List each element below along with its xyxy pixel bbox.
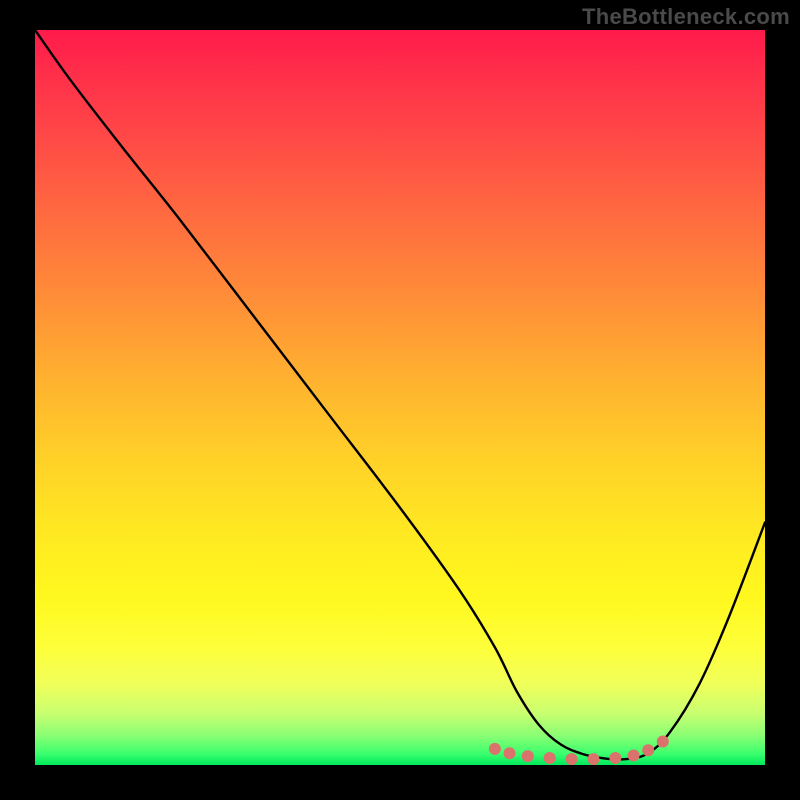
- highlight-dot: [566, 753, 578, 765]
- watermark-text: TheBottleneck.com: [582, 4, 790, 30]
- highlight-dot: [657, 735, 669, 747]
- curve-layer: [35, 30, 765, 765]
- highlight-dots: [489, 735, 669, 765]
- highlight-dot: [544, 752, 556, 764]
- highlight-dot: [587, 753, 599, 765]
- highlight-dot: [522, 750, 534, 762]
- bottleneck-curve: [35, 30, 765, 760]
- chart-frame: TheBottleneck.com: [0, 0, 800, 800]
- highlight-dot: [628, 749, 640, 761]
- highlight-dot: [489, 743, 501, 755]
- highlight-dot: [504, 747, 516, 759]
- highlight-dot: [609, 752, 621, 764]
- highlight-dot: [642, 744, 654, 756]
- plot-area: [35, 30, 765, 765]
